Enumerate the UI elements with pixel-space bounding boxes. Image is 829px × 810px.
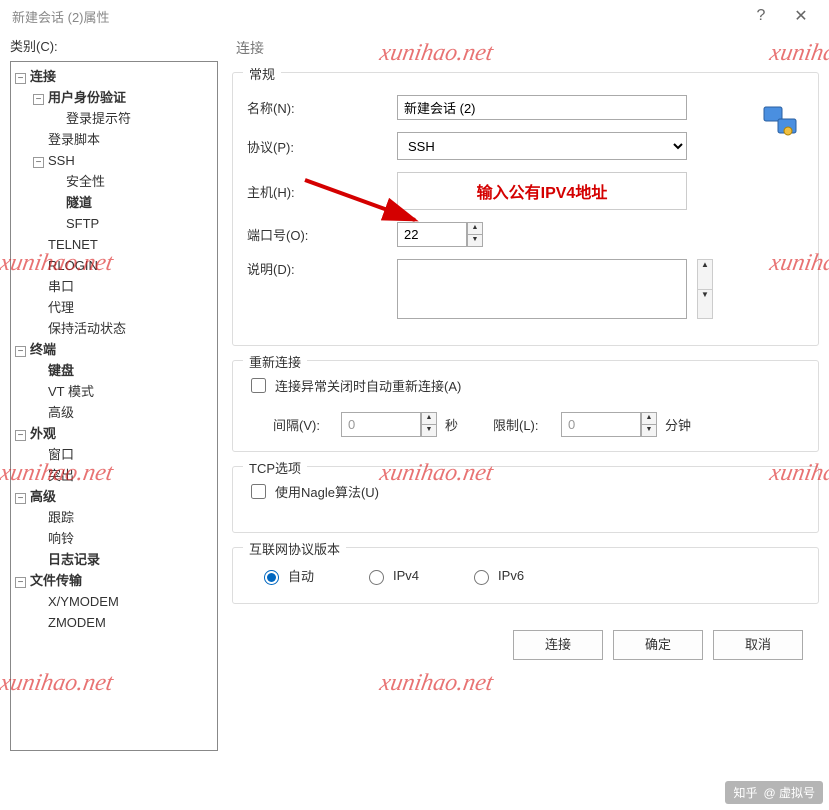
tree-trace[interactable]: 跟踪 bbox=[48, 510, 74, 525]
interval-input[interactable] bbox=[341, 412, 421, 437]
chevron-down-icon[interactable]: ▼ bbox=[422, 425, 436, 436]
tree-zmodem[interactable]: ZMODEM bbox=[48, 615, 106, 630]
ipver-v4-radio[interactable] bbox=[369, 570, 384, 585]
tree-proxy[interactable]: 代理 bbox=[48, 300, 74, 315]
chevron-up-icon[interactable]: ▲ bbox=[642, 413, 656, 425]
group-tcp: TCP选项 使用Nagle算法(U) bbox=[232, 466, 819, 533]
tree-sftp[interactable]: SFTP bbox=[66, 216, 99, 231]
group-title-general: 常规 bbox=[243, 64, 281, 83]
tree-xymodem[interactable]: X/YMODEM bbox=[48, 594, 119, 609]
tree-login-script[interactable]: 登录脚本 bbox=[48, 132, 100, 147]
chevron-down-icon[interactable]: ▼ bbox=[698, 290, 712, 319]
tree-login-prompt[interactable]: 登录提示符 bbox=[66, 111, 131, 126]
tree-user-auth[interactable]: 用户身份验证 bbox=[48, 90, 126, 105]
desc-scrollbar[interactable]: ▲▼ bbox=[697, 259, 713, 319]
connect-button[interactable]: 连接 bbox=[513, 630, 603, 660]
tree-window[interactable]: 窗口 bbox=[48, 447, 74, 462]
collapse-icon[interactable]: − bbox=[15, 577, 26, 588]
connection-icon bbox=[760, 101, 800, 141]
collapse-icon[interactable]: − bbox=[15, 73, 26, 84]
tree-filetransfer[interactable]: 文件传输 bbox=[30, 573, 82, 588]
interval-label: 间隔(V): bbox=[273, 415, 333, 434]
tree-adv-term[interactable]: 高级 bbox=[48, 405, 74, 420]
host-input[interactable]: 输入公有IPV4地址 bbox=[397, 172, 687, 210]
nagle-checkbox[interactable] bbox=[251, 484, 266, 499]
zhihu-author: @ 虚拟号 bbox=[763, 784, 815, 801]
tree-telnet[interactable]: TELNET bbox=[48, 237, 98, 252]
ok-button[interactable]: 确定 bbox=[613, 630, 703, 660]
panel-title: 连接 bbox=[232, 32, 819, 72]
interval-unit: 秒 bbox=[445, 415, 485, 434]
group-reconnect: 重新连接 连接异常关闭时自动重新连接(A) 间隔(V): ▲▼ 秒 限制(L):… bbox=[232, 360, 819, 452]
tree-logging[interactable]: 日志记录 bbox=[48, 552, 100, 567]
zhihu-brand: 知乎 bbox=[733, 784, 757, 801]
chevron-up-icon[interactable]: ▲ bbox=[698, 260, 712, 290]
tree-advanced[interactable]: 高级 bbox=[30, 489, 56, 504]
category-label: 类别(C): bbox=[10, 36, 218, 55]
tree-keepalive[interactable]: 保持活动状态 bbox=[48, 321, 126, 336]
chevron-up-icon[interactable]: ▲ bbox=[468, 223, 482, 235]
collapse-icon[interactable]: − bbox=[15, 430, 26, 441]
tree-rlogin[interactable]: RLOGIN bbox=[48, 258, 98, 273]
cancel-button[interactable]: 取消 bbox=[713, 630, 803, 660]
ipver-auto-radio[interactable] bbox=[264, 570, 279, 585]
group-title-tcp: TCP选项 bbox=[243, 458, 307, 477]
collapse-icon[interactable]: − bbox=[33, 94, 44, 105]
nagle-label: 使用Nagle算法(U) bbox=[275, 482, 379, 501]
zhihu-attribution: 知乎 @ 虚拟号 bbox=[725, 781, 823, 804]
tree-ssh[interactable]: SSH bbox=[48, 153, 75, 168]
tree-keyboard[interactable]: 键盘 bbox=[48, 363, 74, 378]
protocol-select[interactable]: SSH bbox=[397, 132, 687, 160]
tree-bell[interactable]: 响铃 bbox=[48, 531, 74, 546]
group-title-ipver: 互联网协议版本 bbox=[243, 539, 346, 558]
desc-label: 说明(D): bbox=[247, 259, 397, 278]
auto-reconnect-checkbox[interactable] bbox=[251, 378, 266, 393]
chevron-down-icon[interactable]: ▼ bbox=[642, 425, 656, 436]
tree-tunnel[interactable]: 隧道 bbox=[66, 195, 92, 210]
ipver-v4-label: IPv4 bbox=[393, 568, 419, 583]
tree-highlight[interactable]: 突出 bbox=[48, 468, 74, 483]
limit-spinner[interactable]: ▲▼ bbox=[641, 412, 657, 437]
auto-reconnect-label: 连接异常关闭时自动重新连接(A) bbox=[275, 376, 461, 395]
tree-appearance[interactable]: 外观 bbox=[30, 426, 56, 441]
titlebar: 新建会话 (2)属性 ? ✕ bbox=[0, 0, 829, 32]
window-title: 新建会话 (2)属性 bbox=[8, 7, 741, 26]
name-label: 名称(N): bbox=[247, 98, 397, 117]
collapse-icon[interactable]: − bbox=[15, 493, 26, 504]
chevron-up-icon[interactable]: ▲ bbox=[422, 413, 436, 425]
port-spinner[interactable]: ▲▼ bbox=[467, 222, 483, 247]
port-label: 端口号(O): bbox=[247, 225, 397, 244]
protocol-label: 协议(P): bbox=[247, 137, 397, 156]
collapse-icon[interactable]: − bbox=[15, 346, 26, 357]
close-button[interactable]: ✕ bbox=[781, 0, 821, 32]
interval-spinner[interactable]: ▲▼ bbox=[421, 412, 437, 437]
limit-label: 限制(L): bbox=[493, 415, 553, 434]
ipver-v6-radio[interactable] bbox=[474, 570, 489, 585]
group-ipversion: 互联网协议版本 自动 IPv4 IPv6 bbox=[232, 547, 819, 604]
group-general: 常规 名称(N): 协议(P): SSH 主机(H): 输入公有IPV4地址 端… bbox=[232, 72, 819, 346]
tree-terminal[interactable]: 终端 bbox=[30, 342, 56, 357]
tree-vtmode[interactable]: VT 模式 bbox=[48, 384, 94, 399]
category-tree[interactable]: −连接 −用户身份验证 登录提示符 登录脚本 −SSH 安全性 隧道 SFTP bbox=[10, 61, 218, 751]
help-button[interactable]: ? bbox=[741, 0, 781, 32]
group-title-reconnect: 重新连接 bbox=[243, 352, 307, 371]
tree-security[interactable]: 安全性 bbox=[66, 174, 105, 189]
name-input[interactable] bbox=[397, 95, 687, 120]
tree-connection[interactable]: 连接 bbox=[30, 69, 56, 84]
tree-serial[interactable]: 串口 bbox=[48, 279, 74, 294]
port-input[interactable] bbox=[397, 222, 467, 247]
description-textarea[interactable] bbox=[397, 259, 687, 319]
collapse-icon[interactable]: − bbox=[33, 157, 44, 168]
limit-unit: 分钟 bbox=[665, 415, 705, 434]
limit-input[interactable] bbox=[561, 412, 641, 437]
host-label: 主机(H): bbox=[247, 182, 397, 201]
ipver-v6-label: IPv6 bbox=[498, 568, 524, 583]
ipver-auto-label: 自动 bbox=[288, 566, 314, 585]
chevron-down-icon[interactable]: ▼ bbox=[468, 235, 482, 246]
